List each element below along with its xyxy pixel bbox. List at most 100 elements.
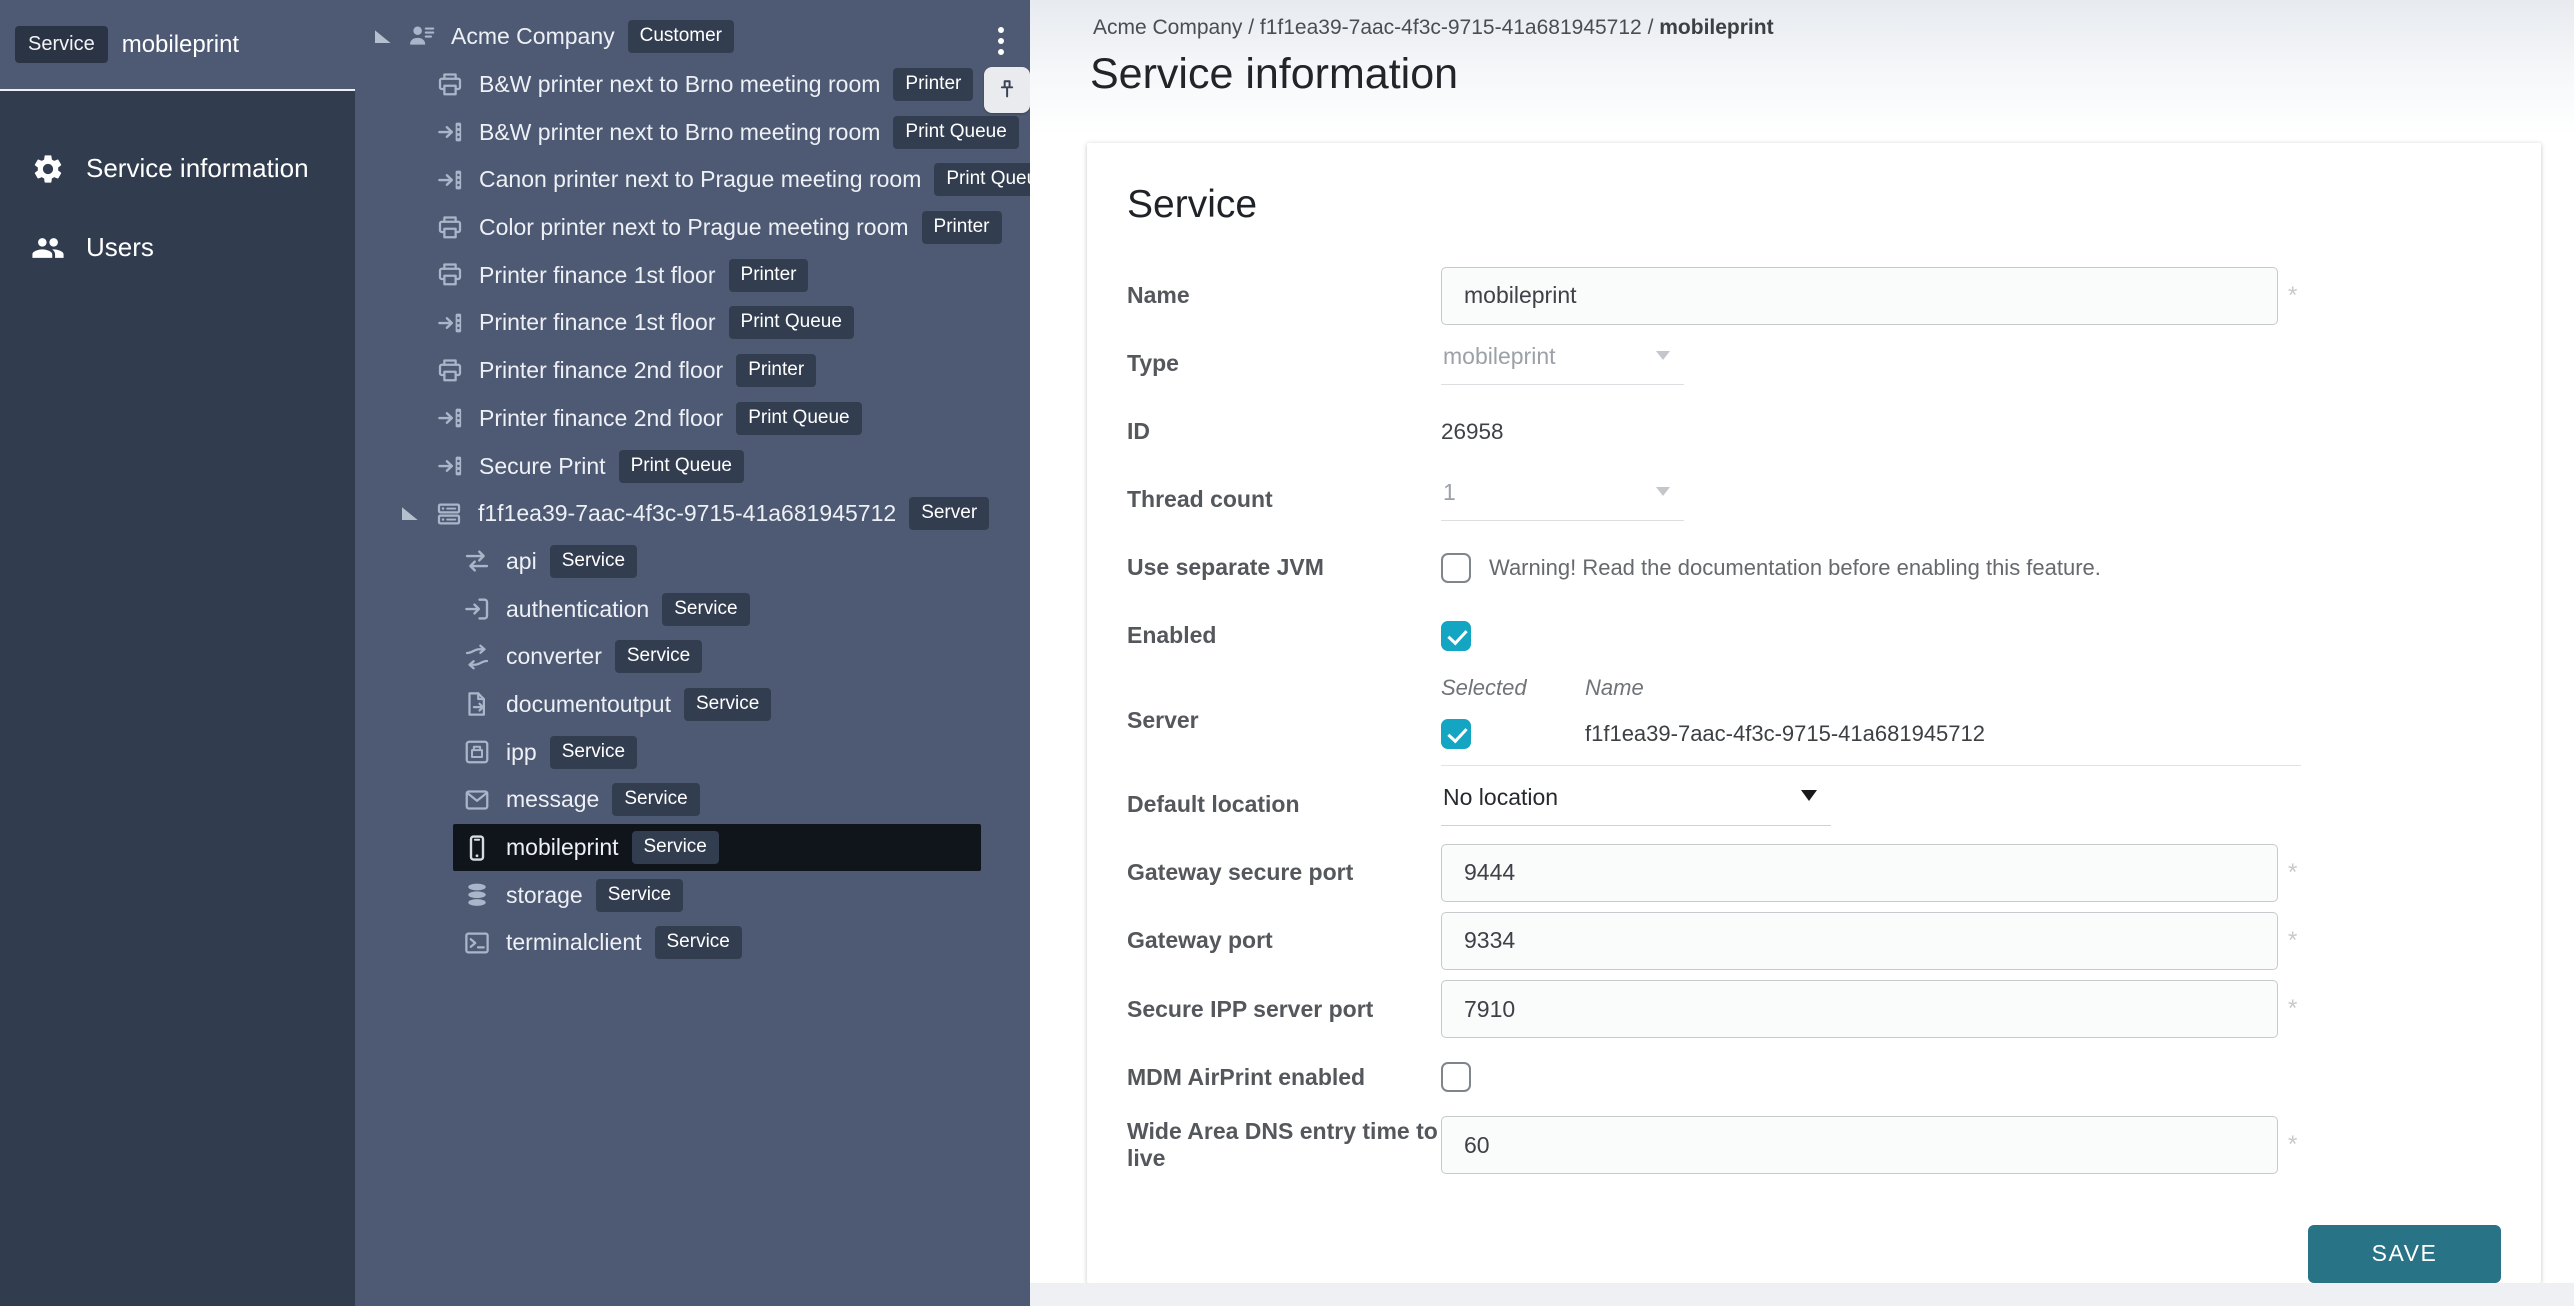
breadcrumb: Acme Company / f1f1ea39-7aac-4f3c-9715-4…	[1093, 16, 1774, 40]
server-icon	[434, 499, 464, 529]
tree-node-service-ipp[interactable]: ipp Service	[355, 728, 1030, 776]
print-queue-icon	[435, 117, 465, 147]
customer-icon	[407, 22, 437, 52]
entity-name: mobileprint	[122, 31, 239, 59]
printer-icon	[435, 260, 465, 290]
tree-node-server[interactable]: f1f1ea39-7aac-4f3c-9715-41a681945712 Ser…	[355, 490, 1030, 538]
tree-node-print-queue[interactable]: Printer finance 2nd floor Print Queue	[355, 395, 1030, 443]
tree-node-service-authentication[interactable]: authentication Service	[355, 585, 1030, 633]
required-asterisk: *	[2288, 282, 2297, 310]
breadcrumb-server[interactable]: f1f1ea39-7aac-4f3c-9715-41a681945712	[1260, 16, 1642, 39]
tree-node-printer[interactable]: Printer finance 1st floor Printer	[355, 251, 1030, 299]
server-table: Selected Name f1f1ea39-7aac-4f3c-9715-41…	[1441, 675, 2301, 766]
field-label: MDM AirPrint enabled	[1127, 1064, 1441, 1091]
breadcrumb-separator: /	[1242, 16, 1260, 39]
tree-node-badge: Customer	[628, 20, 734, 53]
required-asterisk: *	[2288, 1131, 2297, 1159]
print-queue-icon	[435, 308, 465, 338]
type-select-disabled: mobileprint	[1441, 343, 1684, 385]
tree-menu-kebab-icon[interactable]	[986, 18, 1016, 64]
tree-node-printer[interactable]: B&W printer next to Brno meeting room Pr…	[355, 61, 1030, 109]
tree-node-label: Canon printer next to Prague meeting roo…	[479, 166, 921, 193]
chevron-down-icon	[1656, 351, 1670, 360]
field-label: Enabled	[1127, 622, 1441, 649]
tree-node-printer[interactable]: Color printer next to Prague meeting roo…	[355, 204, 1030, 252]
tree-node-label: Secure Print	[479, 453, 606, 480]
tree-node-service-storage[interactable]: storage Service	[355, 871, 1030, 919]
save-button[interactable]: SAVE	[2308, 1225, 2501, 1283]
storage-icon	[462, 880, 492, 910]
tree-node-service-api[interactable]: api Service	[355, 538, 1030, 586]
tree-node-print-queue[interactable]: Secure Print Print Queue	[355, 442, 1030, 490]
tree-node-label: Acme Company	[451, 23, 615, 50]
tree-node-service-terminalclient[interactable]: terminalclient Service	[355, 919, 1030, 967]
tree-node-label: Printer finance 1st floor	[479, 309, 716, 336]
enabled-checkbox[interactable]	[1441, 621, 1471, 651]
use-separate-jvm-checkbox[interactable]	[1441, 553, 1471, 583]
tree-node-print-queue[interactable]: Canon printer next to Prague meeting roo…	[355, 156, 1030, 204]
collapse-triangle-icon[interactable]	[402, 507, 418, 520]
main-content: Acme Company / f1f1ea39-7aac-4f3c-9715-4…	[1030, 0, 2574, 1306]
tree-node-label: B&W printer next to Brno meeting room	[479, 71, 880, 98]
tree-node-badge: Printer	[729, 259, 809, 292]
form-row-default-location: Default location No location	[1127, 776, 2501, 833]
mdm-airprint-checkbox[interactable]	[1441, 1062, 1471, 1092]
field-label: Default location	[1127, 791, 1441, 818]
default-location-select[interactable]: No location	[1441, 784, 1831, 826]
document-output-icon	[462, 689, 492, 719]
tree-node-service-converter[interactable]: converter Service	[355, 633, 1030, 681]
type-select-value: mobileprint	[1443, 343, 1556, 369]
gateway-secure-port-input[interactable]	[1441, 844, 2278, 902]
sidebar-item-service-information[interactable]: Service information	[0, 129, 355, 208]
app-root: Service information Users Service mobile…	[0, 0, 2574, 1306]
secure-ipp-port-input[interactable]	[1441, 980, 2278, 1038]
tree-node-badge: Service	[596, 879, 683, 912]
gateway-port-input[interactable]	[1441, 912, 2278, 970]
sidebar-item-label: Service information	[86, 153, 309, 184]
tree-node-printer[interactable]: Printer finance 2nd floor Printer	[355, 347, 1030, 395]
print-queue-icon	[435, 451, 465, 481]
name-input[interactable]	[1441, 267, 2278, 325]
converter-icon	[462, 642, 492, 672]
form-row-id: ID 26958	[1127, 403, 2501, 460]
server-row-checkbox[interactable]	[1441, 719, 1471, 749]
field-label: Type	[1127, 350, 1441, 377]
form-row-server: Server Selected Name f1f1ea39-7aac-4f3c-…	[1127, 675, 2501, 765]
server-row-name: f1f1ea39-7aac-4f3c-9715-41a681945712	[1585, 721, 2301, 747]
tree-node-service-mobileprint-selected[interactable]: mobileprint Service	[453, 824, 981, 872]
field-label: Use separate JVM	[1127, 554, 1441, 581]
print-queue-icon	[435, 165, 465, 195]
tree-node-badge: Print Queue	[729, 306, 854, 339]
tree-node-label: terminalclient	[506, 929, 642, 956]
wide-area-dns-ttl-input[interactable]	[1441, 1116, 2278, 1174]
tree-node-customer[interactable]: Acme Company Customer	[355, 13, 1030, 61]
field-label: Wide Area DNS entry time to live	[1127, 1118, 1441, 1172]
tree-node-service-message[interactable]: message Service	[355, 776, 1030, 824]
tree-node-print-queue[interactable]: B&W printer next to Brno meeting room Pr…	[355, 108, 1030, 156]
field-label: Gateway port	[1127, 927, 1441, 954]
thread-count-select-disabled: 1	[1441, 479, 1684, 521]
tree-node-label: message	[506, 786, 599, 813]
collapse-triangle-icon[interactable]	[375, 30, 391, 43]
left-sidebar: Service information Users	[0, 0, 355, 1306]
tree-node-badge: Service	[550, 545, 637, 578]
print-queue-icon	[435, 403, 465, 433]
form-row-gateway-secure-port: Gateway secure port *	[1127, 844, 2501, 901]
field-label: Thread count	[1127, 486, 1441, 513]
tree-node-label: Printer finance 2nd floor	[479, 357, 723, 384]
pin-tree-button[interactable]	[984, 67, 1030, 113]
form-row-wide-area-dns-ttl: Wide Area DNS entry time to live *	[1127, 1117, 2501, 1174]
thread-count-value: 1	[1443, 479, 1456, 505]
sidebar-item-users[interactable]: Users	[0, 208, 355, 287]
tree-node-print-queue[interactable]: Printer finance 1st floor Print Queue	[355, 299, 1030, 347]
field-label: Gateway secure port	[1127, 859, 1441, 886]
mobileprint-icon	[462, 833, 492, 863]
form-row-gateway-port: Gateway port *	[1127, 912, 2501, 969]
gear-icon	[31, 152, 65, 186]
tree-node-label: Printer finance 2nd floor	[479, 405, 723, 432]
printer-icon	[435, 70, 465, 100]
breadcrumb-customer[interactable]: Acme Company	[1093, 16, 1242, 39]
tree-node-label: f1f1ea39-7aac-4f3c-9715-41a681945712	[478, 500, 896, 527]
server-col-name: Name	[1585, 675, 2301, 701]
tree-node-service-documentoutput[interactable]: documentoutput Service	[355, 681, 1030, 729]
